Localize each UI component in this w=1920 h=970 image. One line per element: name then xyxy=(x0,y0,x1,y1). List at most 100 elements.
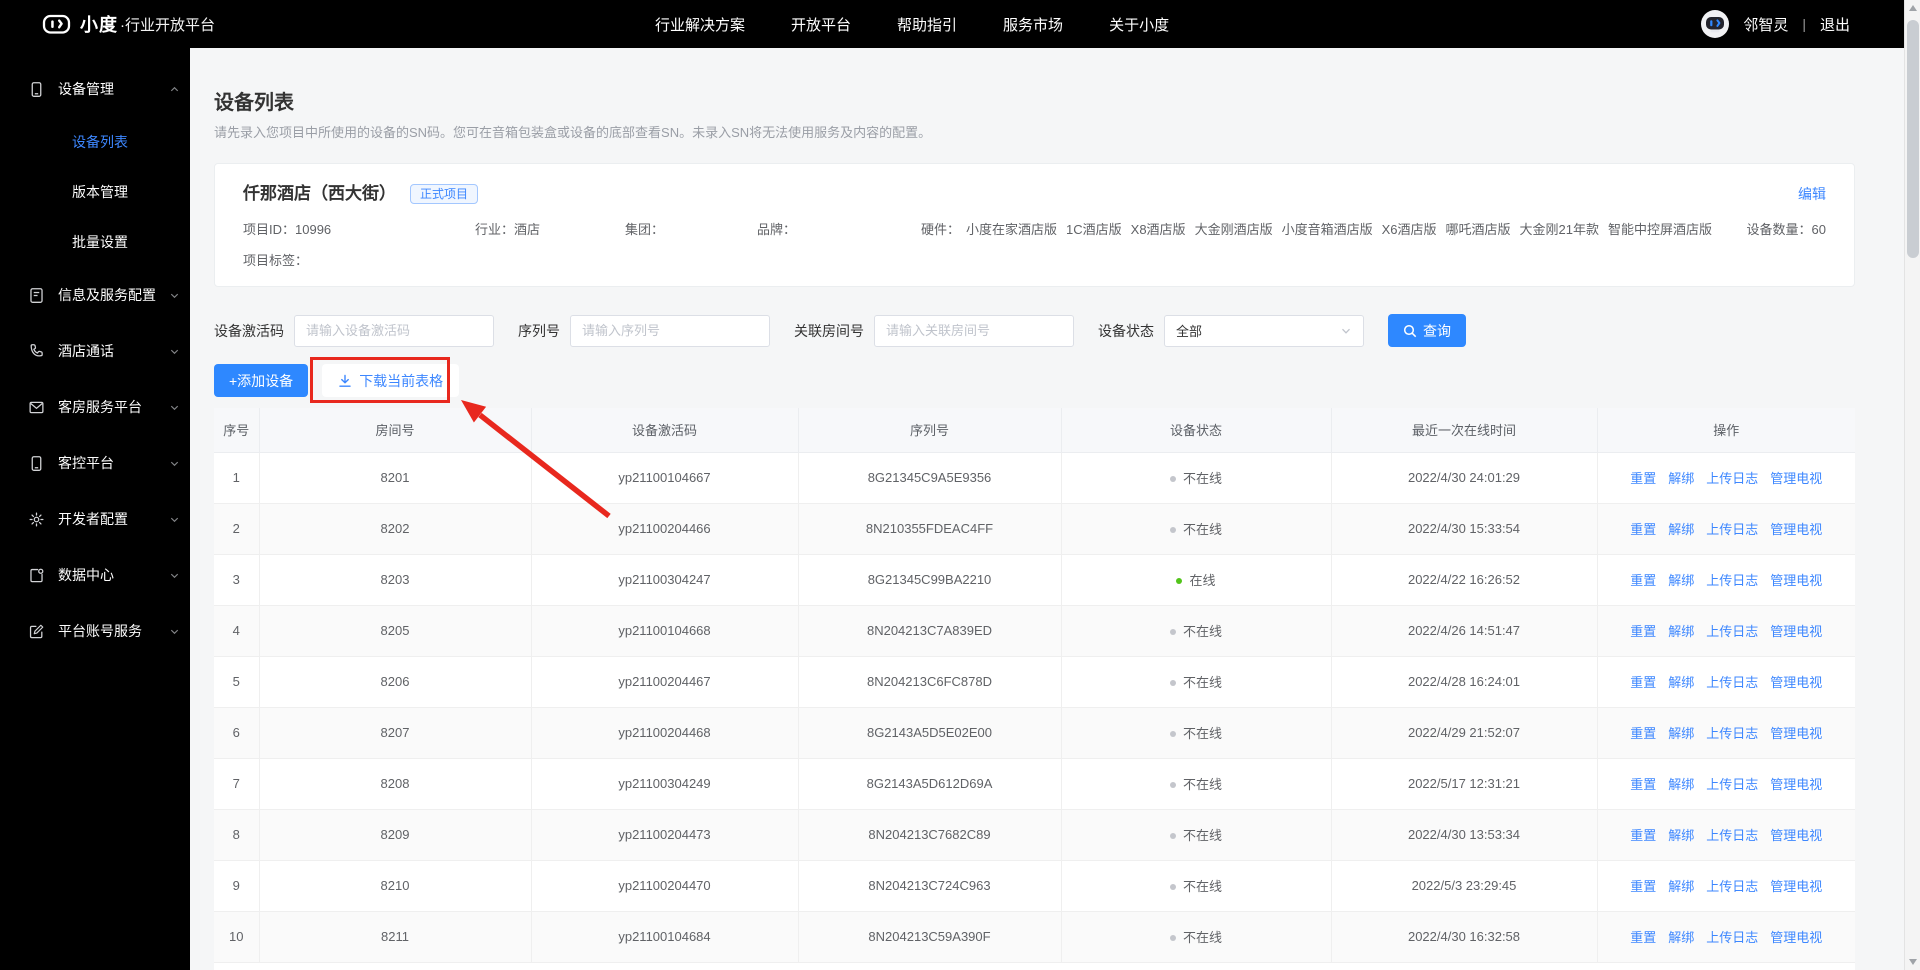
column-header: 设备激活码 xyxy=(531,408,799,453)
sidebar-subitem[interactable]: 批量设置 xyxy=(0,217,190,267)
table-toolbar: +添加设备 下载当前表格 xyxy=(214,357,1855,519)
action-upload-log-link[interactable]: 上传日志 xyxy=(1706,573,1758,588)
action-manage-tv-link[interactable]: 管理电视 xyxy=(1770,879,1822,894)
sidebar-nav: 设备管理 设备列表 版本管理 批量设置 信息及服务配置 酒店通话 客房服务平台 客控平台 开发者… xyxy=(0,48,190,970)
nav-menu-item[interactable]: 服务市场 xyxy=(1003,14,1063,35)
chevron-down-icon xyxy=(169,402,180,413)
sidebar-item-info-service[interactable]: 信息及服务配置 xyxy=(0,267,190,323)
action-unbind-link[interactable]: 解绑 xyxy=(1668,624,1694,639)
action-unbind-link[interactable]: 解绑 xyxy=(1668,726,1694,741)
username[interactable]: 邻智灵 xyxy=(1743,14,1788,35)
serial-input[interactable] xyxy=(570,314,770,347)
sidebar-item-developer-config[interactable]: 开发者配置 xyxy=(0,491,190,547)
action-reset-link[interactable]: 重置 xyxy=(1630,777,1656,792)
action-reset-link[interactable]: 重置 xyxy=(1630,726,1656,741)
action-manage-tv-link[interactable]: 管理电视 xyxy=(1770,930,1822,945)
sidebar-item-account-service[interactable]: 平台账号服务 xyxy=(0,603,190,659)
sidebar-item-room-control[interactable]: 客控平台 xyxy=(0,435,190,491)
device-status-value: 全部 xyxy=(1176,324,1203,339)
action-manage-tv-link[interactable]: 管理电视 xyxy=(1770,828,1822,843)
sidebar-item-device-manage[interactable]: 设备管理 xyxy=(0,61,190,117)
cell-last-online: 2022/4/30 15:33:54 xyxy=(1331,503,1598,555)
sidebar-item-room-service[interactable]: 客房服务平台 xyxy=(0,379,190,435)
action-upload-log-link[interactable]: 上传日志 xyxy=(1706,624,1758,639)
action-upload-log-link[interactable]: 上传日志 xyxy=(1706,828,1758,843)
action-manage-tv-link[interactable]: 管理电视 xyxy=(1770,675,1822,690)
scrollbar-thumb[interactable] xyxy=(1907,20,1919,258)
action-upload-log-link[interactable]: 上传日志 xyxy=(1706,879,1758,894)
cell-actions: 重置 解绑 上传日志 管理电视 xyxy=(1597,656,1855,708)
cell-status: 不在线 xyxy=(1061,605,1332,657)
action-unbind-link[interactable]: 解绑 xyxy=(1668,471,1694,486)
device-status-select[interactable]: 全部 xyxy=(1164,314,1364,347)
action-reset-link[interactable]: 重置 xyxy=(1630,675,1656,690)
action-manage-tv-link[interactable]: 管理电视 xyxy=(1770,471,1822,486)
action-upload-log-link[interactable]: 上传日志 xyxy=(1706,930,1758,945)
action-unbind-link[interactable]: 解绑 xyxy=(1668,879,1694,894)
action-reset-link[interactable]: 重置 xyxy=(1630,930,1656,945)
action-upload-log-link[interactable]: 上传日志 xyxy=(1706,726,1758,741)
action-unbind-link[interactable]: 解绑 xyxy=(1668,930,1694,945)
cell-serial: 8G2143A5D612D69A xyxy=(798,758,1062,810)
hardware-item: 大金刚21年款 xyxy=(1519,222,1599,237)
action-manage-tv-link[interactable]: 管理电视 xyxy=(1770,522,1822,537)
action-upload-log-link[interactable]: 上传日志 xyxy=(1706,675,1758,690)
scroll-down-arrow[interactable] xyxy=(1905,954,1920,970)
action-manage-tv-link[interactable]: 管理电视 xyxy=(1770,726,1822,741)
activation-code-input[interactable] xyxy=(294,314,494,347)
cell-status: 不在线 xyxy=(1061,911,1332,963)
action-unbind-link[interactable]: 解绑 xyxy=(1668,828,1694,843)
cell-index: 1 xyxy=(214,452,260,504)
nav-menu-item[interactable]: 帮助指引 xyxy=(897,14,957,35)
search-button[interactable]: 查询 xyxy=(1388,314,1466,347)
table-row: 9 8210 yp21100204470 8N204213C724C963 不在线 202… xyxy=(214,860,1855,912)
download-table-button[interactable]: 下载当前表格 xyxy=(322,364,460,397)
sidebar-subitem-active[interactable]: 设备列表 xyxy=(0,117,190,167)
action-reset-link[interactable]: 重置 xyxy=(1630,573,1656,588)
action-unbind-link[interactable]: 解绑 xyxy=(1668,675,1694,690)
action-manage-tv-link[interactable]: 管理电视 xyxy=(1770,624,1822,639)
edit-project-link[interactable]: 编辑 xyxy=(1798,184,1826,204)
top-navbar: 小度 ·行业开放平台 行业解决方案 开放平台 帮助指引 服务市场 关于小度 邻智灵 | … xyxy=(0,0,1904,48)
add-device-button[interactable]: +添加设备 xyxy=(214,364,309,397)
logo-text: 小度 xyxy=(80,15,118,35)
avatar[interactable] xyxy=(1701,10,1730,38)
room-input[interactable] xyxy=(874,314,1074,347)
action-upload-log-link[interactable]: 上传日志 xyxy=(1706,522,1758,537)
nav-menu-item[interactable]: 开放平台 xyxy=(791,14,851,35)
column-header: 设备状态 xyxy=(1061,408,1332,453)
nav-separator: | xyxy=(1802,16,1806,32)
cell-serial: 8G21345C9A5E9356 xyxy=(798,452,1062,504)
action-reset-link[interactable]: 重置 xyxy=(1630,879,1656,894)
logout-button[interactable]: 退出 xyxy=(1820,14,1850,35)
sidebar-subitem[interactable]: 版本管理 xyxy=(0,167,190,217)
action-reset-link[interactable]: 重置 xyxy=(1630,471,1656,486)
column-header: 序号 xyxy=(214,408,260,453)
action-unbind-link[interactable]: 解绑 xyxy=(1668,573,1694,588)
status-dot-offline xyxy=(1169,680,1176,686)
action-manage-tv-link[interactable]: 管理电视 xyxy=(1770,777,1822,792)
action-reset-link[interactable]: 重置 xyxy=(1630,522,1656,537)
cell-actions: 重置 解绑 上传日志 管理电视 xyxy=(1597,860,1855,912)
action-unbind-link[interactable]: 解绑 xyxy=(1668,777,1694,792)
action-manage-tv-link[interactable]: 管理电视 xyxy=(1770,573,1822,588)
action-reset-link[interactable]: 重置 xyxy=(1630,624,1656,639)
sidebar-item-hotel-call[interactable]: 酒店通话 xyxy=(0,323,190,379)
sidebar-item-data-center[interactable]: 数据中心 xyxy=(0,547,190,603)
scroll-up-arrow[interactable] xyxy=(1905,0,1920,16)
nav-menu-item[interactable]: 关于小度 xyxy=(1109,14,1169,35)
cell-status: 不在线 xyxy=(1061,809,1332,861)
cell-index: 6 xyxy=(214,707,260,759)
nav-user-area: 邻智灵 | 退出 xyxy=(1701,10,1850,38)
nav-menu-item[interactable]: 行业解决方案 xyxy=(655,14,745,35)
action-upload-log-link[interactable]: 上传日志 xyxy=(1706,777,1758,792)
cell-activation-code: yp21100204470 xyxy=(531,860,799,912)
cell-serial: 8G2143A5D5E02E00 xyxy=(798,707,1062,759)
project-id: 项目ID：10996 xyxy=(243,222,332,237)
cell-room: 8203 xyxy=(259,554,532,606)
cell-actions: 重置 解绑 上传日志 管理电视 xyxy=(1597,554,1855,606)
vertical-scrollbar[interactable] xyxy=(1904,0,1920,970)
action-reset-link[interactable]: 重置 xyxy=(1630,828,1656,843)
action-unbind-link[interactable]: 解绑 xyxy=(1668,522,1694,537)
action-upload-log-link[interactable]: 上传日志 xyxy=(1706,471,1758,486)
